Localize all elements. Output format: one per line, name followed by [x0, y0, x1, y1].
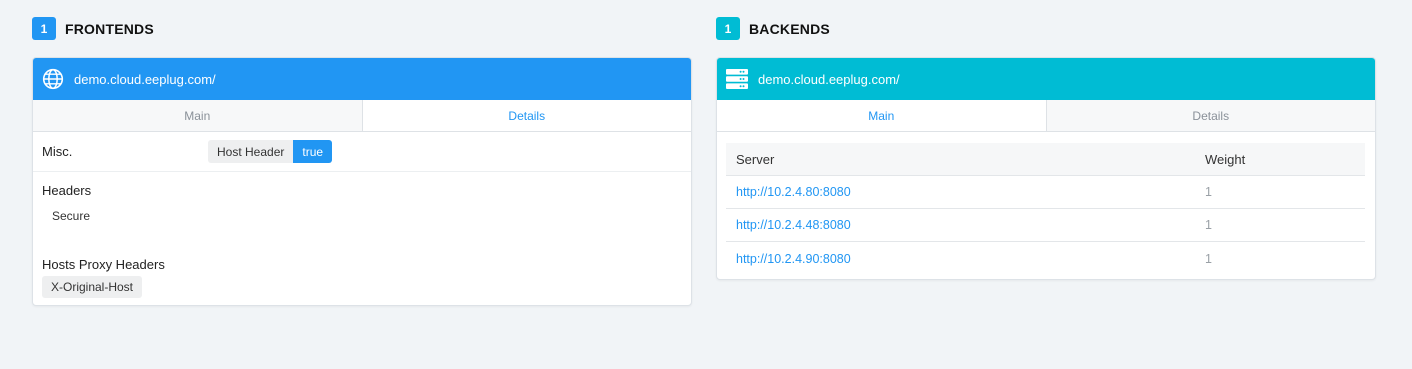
frontends-title: FRONTENDS: [65, 20, 154, 37]
table-row: http://10.2.4.48:8080 1: [726, 209, 1365, 242]
tab-details[interactable]: Details: [362, 100, 691, 131]
frontends-count-badge: 1: [32, 17, 56, 40]
frontend-card-header: demo.cloud.eeplug.com/: [33, 58, 691, 100]
misc-row: Misc. Host Header true: [33, 132, 691, 172]
host-header-badge: Host Header true: [208, 140, 333, 163]
backends-title: BACKENDS: [749, 20, 830, 37]
frontend-tabs: Main Details: [33, 100, 691, 132]
header-item-secure: Secure: [52, 209, 91, 223]
backend-card: demo.cloud.eeplug.com/ Main Details Serv…: [716, 57, 1376, 280]
servers-table: Server Weight http://10.2.4.80:8080 1 ht…: [726, 143, 1365, 275]
frontends-heading: 1 FRONTENDS: [32, 17, 154, 40]
server-weight: 1: [1205, 251, 1212, 266]
backend-tabs: Main Details: [717, 100, 1375, 132]
frontend-name: demo.cloud.eeplug.com/: [74, 71, 216, 87]
table-row: http://10.2.4.90:8080 1: [726, 242, 1365, 275]
backend-card-header: demo.cloud.eeplug.com/: [717, 58, 1375, 100]
misc-label: Misc.: [42, 144, 73, 159]
tab-main[interactable]: Main: [33, 100, 363, 131]
proxy-header-tag: X-Original-Host: [42, 276, 143, 298]
table-row: http://10.2.4.80:8080 1: [726, 176, 1365, 209]
server-weight: 1: [1205, 185, 1212, 199]
server-link[interactable]: http://10.2.4.90:8080: [726, 252, 1205, 266]
column-server: Server: [736, 151, 775, 167]
tab-main[interactable]: Main: [717, 100, 1047, 131]
server-weight: 1: [1205, 218, 1212, 232]
proxy-headers-label: Hosts Proxy Headers: [42, 257, 165, 272]
server-link[interactable]: http://10.2.4.48:8080: [726, 218, 1205, 232]
server-link[interactable]: http://10.2.4.80:8080: [726, 185, 1205, 199]
headers-label: Headers: [42, 183, 92, 198]
backends-count-badge: 1: [716, 17, 740, 40]
tab-details[interactable]: Details: [1046, 100, 1375, 131]
globe-icon: [41, 67, 65, 91]
backends-heading: 1 BACKENDS: [716, 17, 830, 40]
table-header: Server Weight: [726, 143, 1365, 176]
host-header-value: true: [293, 140, 333, 163]
host-header-key: Host Header: [208, 140, 294, 163]
backend-name: demo.cloud.eeplug.com/: [758, 71, 900, 87]
frontend-card: demo.cloud.eeplug.com/ Main Details Misc…: [32, 57, 692, 306]
server-icon: [725, 67, 749, 91]
column-weight: Weight: [1205, 151, 1246, 167]
